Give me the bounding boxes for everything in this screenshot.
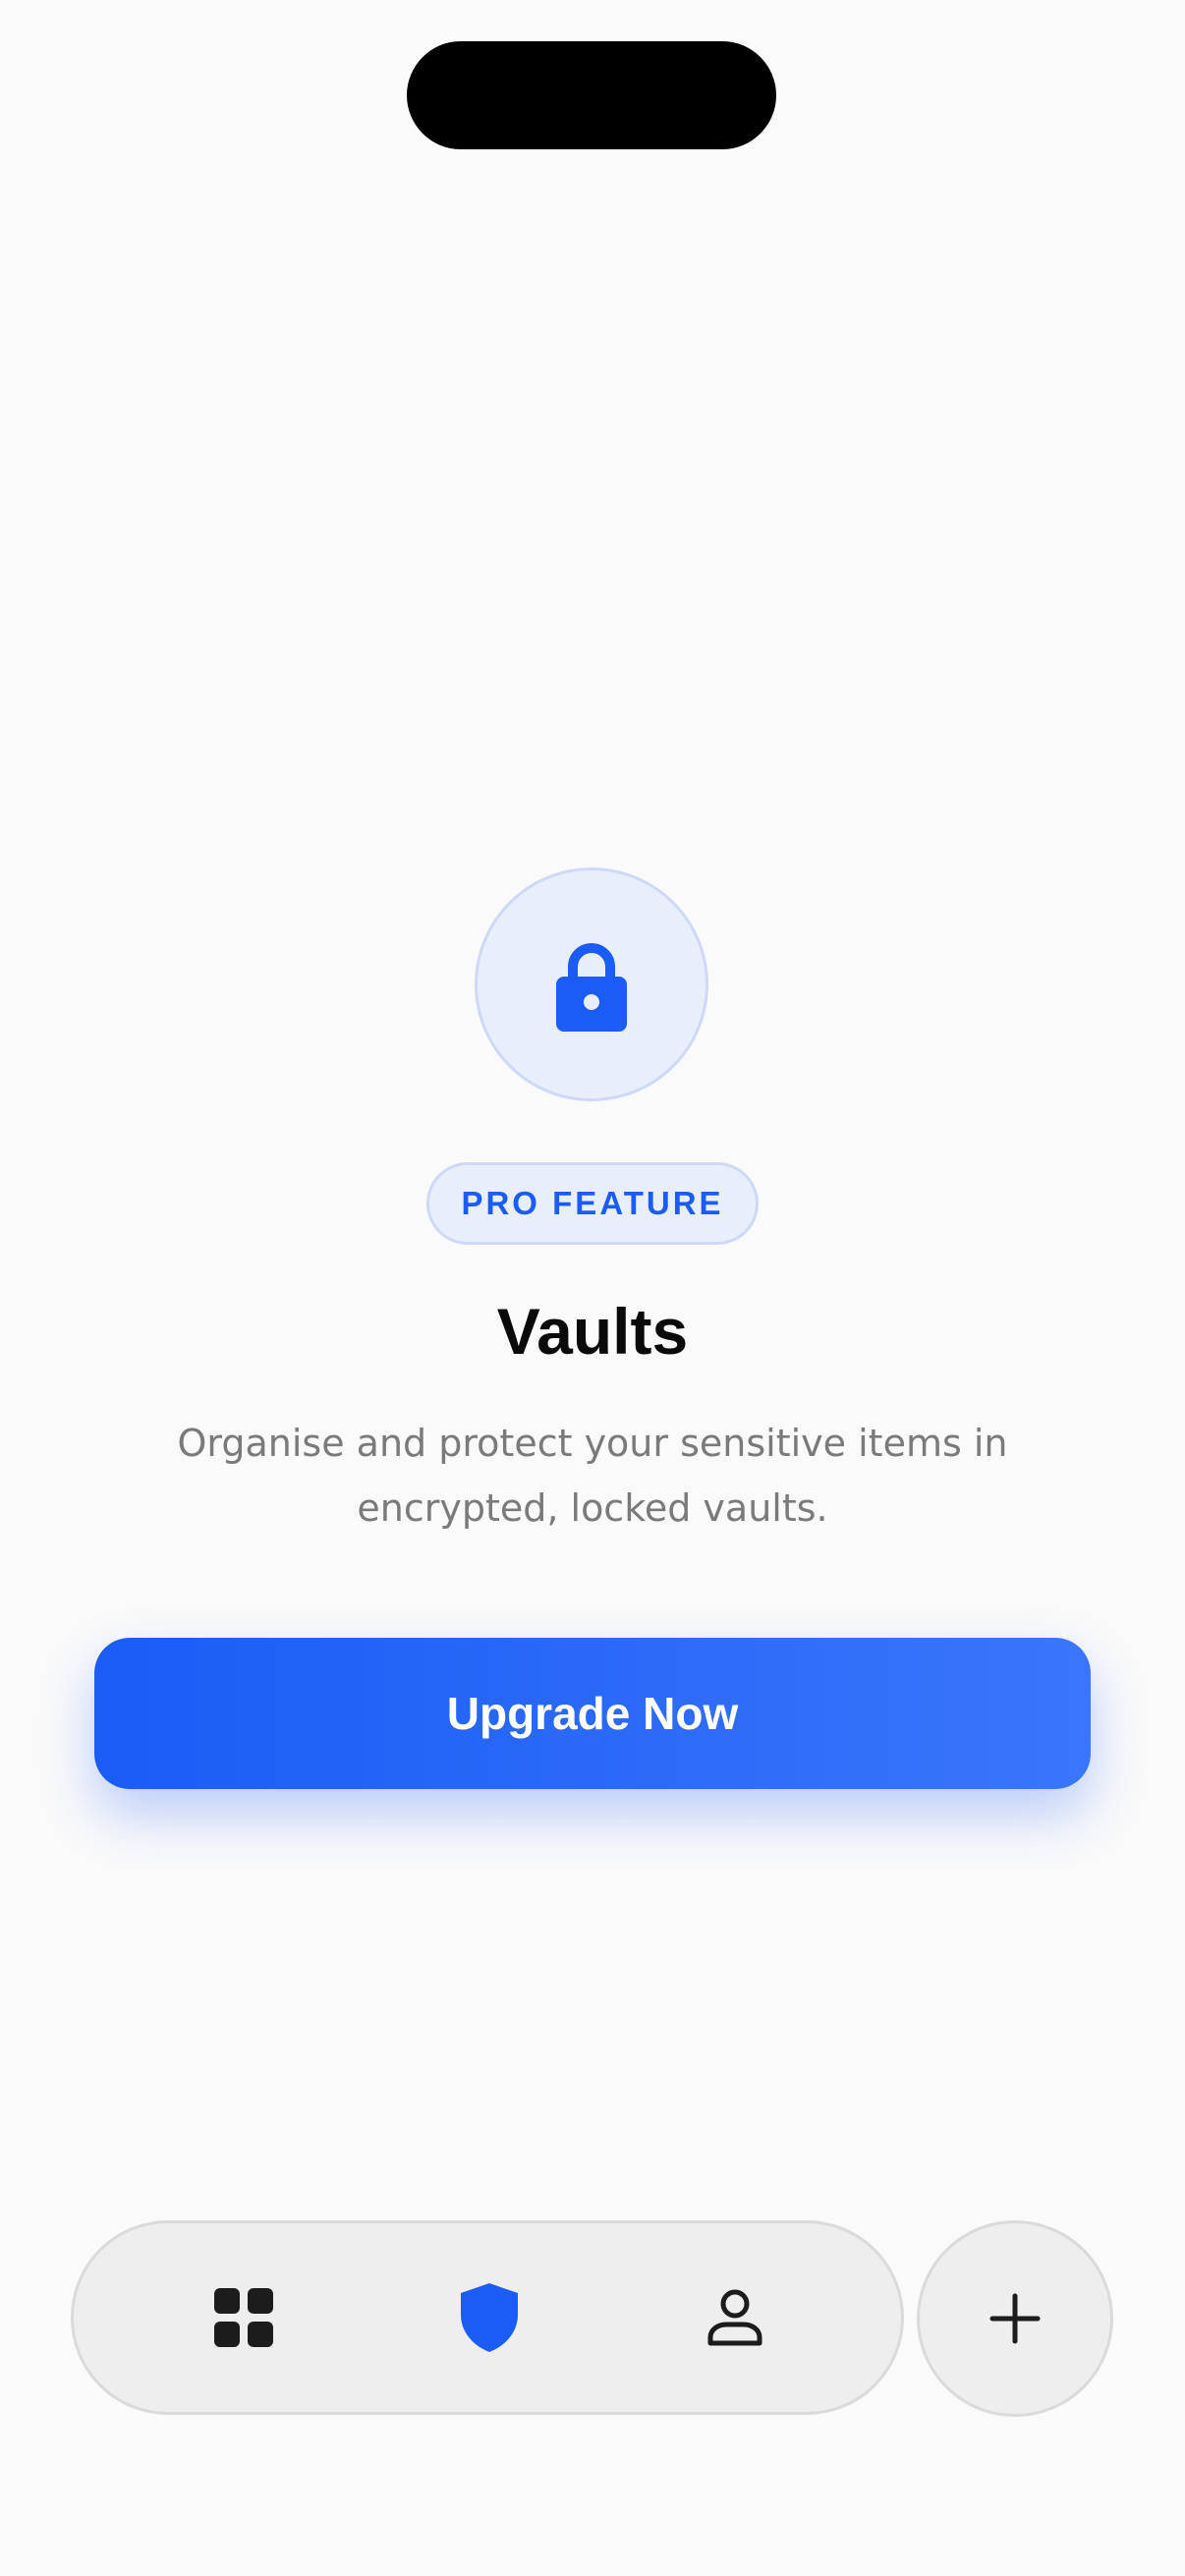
upgrade-now-button[interactable]: Upgrade Now	[94, 1638, 1091, 1789]
shield-icon	[461, 2283, 518, 2352]
tab-bar	[71, 2220, 904, 2415]
pro-feature-badge: PRO FEATURE	[426, 1162, 759, 1245]
tab-dashboard[interactable]	[185, 2223, 303, 2412]
dynamic-island	[407, 41, 776, 149]
plus-icon	[989, 2293, 1041, 2344]
screen: PRO FEATURE Vaults Organise and protect …	[0, 0, 1185, 2576]
grid-icon	[214, 2288, 273, 2347]
tab-vaults[interactable]	[430, 2223, 548, 2412]
add-button[interactable]	[917, 2220, 1113, 2417]
feature-description: Organise and protect your sensitive item…	[177, 1422, 1008, 1530]
tab-profile[interactable]	[676, 2223, 794, 2412]
page-title: Vaults	[496, 1295, 689, 1368]
lock-icon-circle	[475, 868, 708, 1101]
person-icon	[707, 2289, 762, 2346]
lock-icon	[556, 943, 627, 1032]
